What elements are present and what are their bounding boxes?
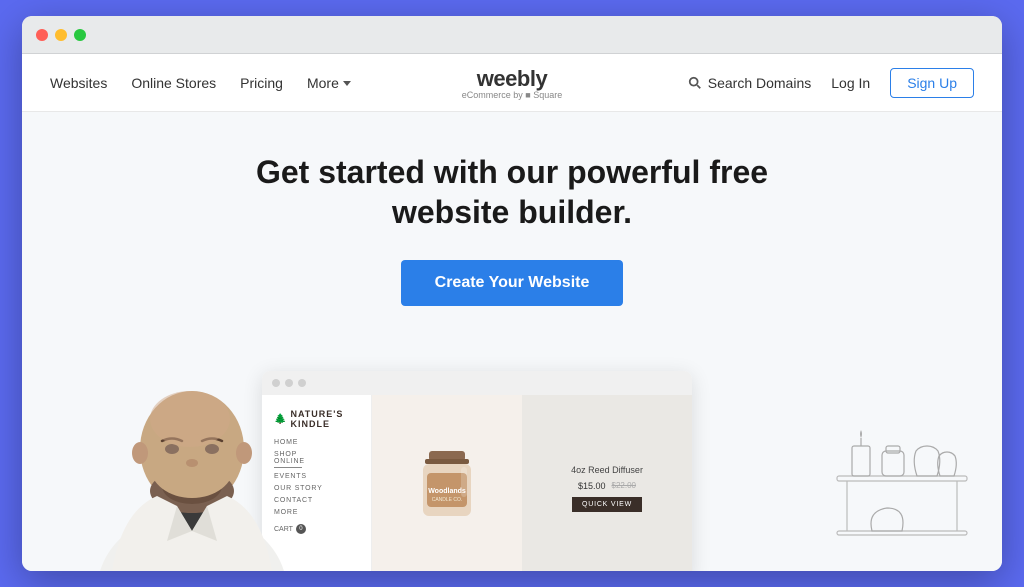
search-icon bbox=[688, 76, 702, 90]
preview-body: 🌲 NATURE'S KINDLE HOME SHOP ONLINE EVENT… bbox=[262, 395, 692, 571]
product-price-row: $15.00 $22.00 bbox=[578, 481, 636, 491]
create-website-button[interactable]: Create Your Website bbox=[401, 260, 624, 306]
price-current: $15.00 bbox=[578, 481, 606, 491]
nav-pricing[interactable]: Pricing bbox=[240, 75, 283, 91]
product-image-left: Woodlands CANDLE CO. bbox=[372, 395, 522, 571]
nav-logo: weebly eCommerce by ■ Square bbox=[462, 66, 562, 100]
product-name: 4oz Reed Diffuser bbox=[571, 465, 643, 475]
browser-content: Websites Online Stores Pricing More weeb… bbox=[22, 54, 1002, 571]
hero-title: Get started with our powerful free websi… bbox=[252, 152, 772, 232]
traffic-lights bbox=[36, 29, 86, 41]
deco-illustration bbox=[832, 346, 972, 551]
product-info-right: 4oz Reed Diffuser $15.00 $22.00 QUICK VI… bbox=[522, 395, 692, 571]
navbar: Websites Online Stores Pricing More weeb… bbox=[22, 54, 1002, 112]
quick-view-button[interactable]: QUICK VIEW bbox=[572, 497, 642, 512]
nav-left: Websites Online Stores Pricing More bbox=[50, 75, 351, 91]
preview-main: Woodlands CANDLE CO. 4oz Reed Diffuser $… bbox=[372, 395, 692, 571]
search-domains-button[interactable]: Search Domains bbox=[688, 75, 812, 91]
title-bar bbox=[22, 16, 1002, 54]
nav-websites[interactable]: Websites bbox=[50, 75, 107, 91]
chevron-down-icon bbox=[343, 81, 351, 86]
signup-button[interactable]: Sign Up bbox=[890, 68, 974, 98]
browser-window: Websites Online Stores Pricing More weeb… bbox=[22, 16, 1002, 571]
hero-section: Get started with our powerful free websi… bbox=[22, 112, 1002, 571]
maximize-button[interactable] bbox=[74, 29, 86, 41]
login-button[interactable]: Log In bbox=[831, 75, 870, 91]
nav-right: Search Domains Log In Sign Up bbox=[688, 68, 974, 98]
nav-more[interactable]: More bbox=[307, 75, 351, 91]
logo-text: weebly bbox=[462, 66, 562, 92]
preview-dots bbox=[262, 371, 692, 395]
website-preview-card: 🌲 NATURE'S KINDLE HOME SHOP ONLINE EVENT… bbox=[262, 371, 692, 571]
price-old: $22.00 bbox=[612, 481, 636, 490]
svg-text:CANDLE CO.: CANDLE CO. bbox=[432, 497, 463, 503]
minimize-button[interactable] bbox=[55, 29, 67, 41]
close-button[interactable] bbox=[36, 29, 48, 41]
nav-online-stores[interactable]: Online Stores bbox=[131, 75, 216, 91]
svg-text:Woodlands: Woodlands bbox=[428, 488, 466, 495]
logo-subtext: eCommerce by ■ Square bbox=[462, 90, 562, 100]
person-image bbox=[82, 281, 302, 571]
